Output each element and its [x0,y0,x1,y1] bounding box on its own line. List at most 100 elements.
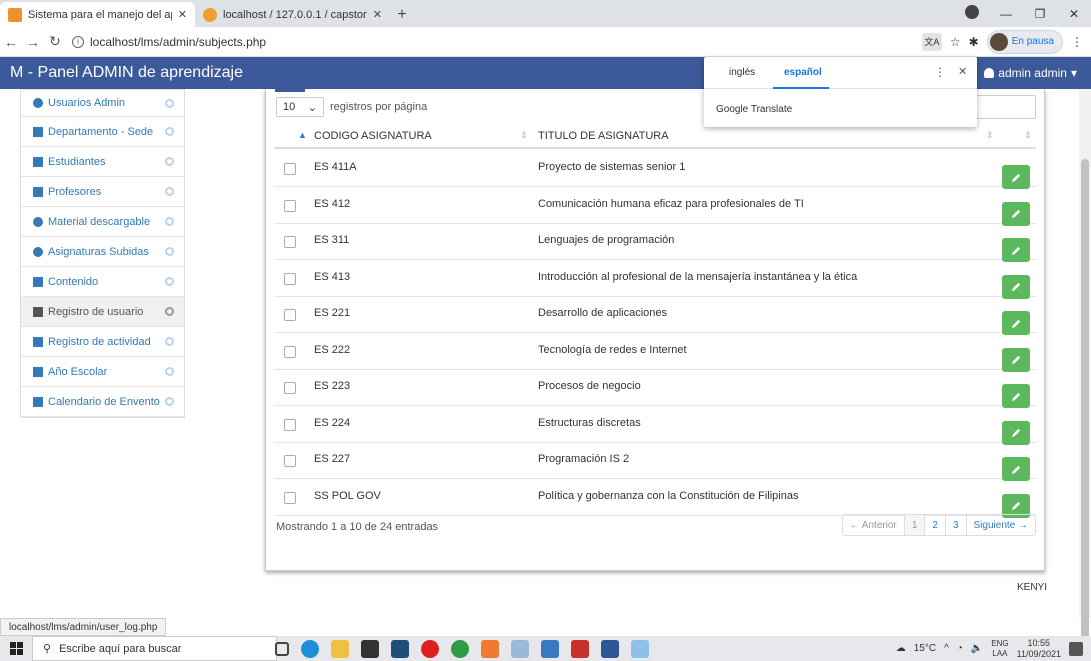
sidebar-item[interactable]: Calendario de Enventos [21,387,184,417]
network-icon[interactable]: ◔ [957,643,963,654]
sidebar-item[interactable]: Año Escolar [21,357,184,387]
browser-tab[interactable]: localhost / 127.0.0.1 / capstone / ✕ [195,2,390,27]
edit-button[interactable] [1002,238,1030,262]
word-icon[interactable] [601,639,619,658]
sidebar-item[interactable]: Asignaturas Subidas [21,237,184,267]
footer-name: KENYI [1016,582,1047,593]
forward-icon[interactable]: → [22,34,44,50]
row-checkbox[interactable] [284,163,296,175]
url-field[interactable]: i localhost/lms/admin/subjects.php [72,31,922,53]
translate-options-icon[interactable]: ⋮ [934,65,946,79]
pager-page-1[interactable]: 1 [903,515,925,535]
sidebar-item[interactable]: Registro de actividad [21,327,184,357]
column-header-code[interactable]: CODIGO ASIGNATURA [314,130,432,142]
sidebar-item[interactable]: Contenido [21,267,184,297]
edit-button[interactable] [1002,420,1030,445]
sort-icon[interactable]: ⇕ [986,130,994,141]
pager-page-2[interactable]: 2 [924,515,945,535]
scrollbar-thumb[interactable] [1081,159,1089,659]
taskbar-clock[interactable]: 10:55 11/09/2021 [1017,638,1061,660]
minimize-button[interactable]: — [989,7,1023,21]
search-app-icon[interactable] [511,639,529,658]
info-icon[interactable]: i [72,35,84,48]
subject-title: Estructuras discretas [538,416,641,429]
media-icon[interactable] [541,639,559,658]
translate-lang-english[interactable]: inglés [729,67,755,78]
notifications-icon[interactable] [1069,641,1083,656]
page-length-control: 10 ⌄ registros por página [276,97,427,117]
opera-icon[interactable] [421,639,439,658]
filezilla-icon[interactable] [571,639,589,658]
edit-button[interactable] [1002,201,1030,226]
edit-button[interactable] [1002,274,1030,299]
close-window-button[interactable]: ✕ [1057,7,1091,21]
task-view-icon[interactable] [275,641,289,656]
new-tab-button[interactable]: + [390,2,414,27]
sidebar-item[interactable]: Departamento - Sede [21,117,184,147]
taskbar-search[interactable]: ⚲ Escribe aquí para buscar [32,636,277,661]
row-checkbox[interactable] [284,345,296,358]
sidebar-item-label: Calendario de Enventos [48,395,160,408]
language-indicator[interactable]: ENG LAA [991,639,1008,659]
edge-icon[interactable] [301,639,319,658]
profile-icon[interactable] [955,5,989,22]
sort-icon[interactable]: ⇕ [1024,130,1032,141]
row-checkbox[interactable] [284,418,296,431]
page-length-select[interactable]: 10 ⌄ [276,97,324,117]
profile-button[interactable]: En pausa [986,29,1063,54]
edit-button[interactable] [1002,165,1030,189]
translate-lang-spanish[interactable]: español [784,67,822,78]
edit-button[interactable] [1002,311,1030,335]
row-checkbox[interactable] [284,382,296,394]
row-checkbox[interactable] [284,199,296,212]
pager-next[interactable]: Siguiente → [965,515,1035,535]
edit-button[interactable] [1002,384,1030,408]
pager-page-3[interactable]: 3 [944,515,966,535]
subject-code: ES 224 [314,416,351,429]
reload-icon[interactable]: ↻ [44,33,66,50]
extensions-icon[interactable]: ✱ [969,35,979,49]
weather-temp[interactable]: 15°C [914,643,936,654]
row-checkbox[interactable] [284,309,296,321]
sidebar-item[interactable]: Usuarios Admin [21,90,184,117]
sidebar-item[interactable]: Registro de usuario [21,297,184,327]
windows-start-icon[interactable] [0,636,32,661]
row-checkbox[interactable] [284,491,296,504]
sort-asc-icon[interactable]: ▲ [298,130,307,140]
translate-icon[interactable]: 文A [921,32,942,51]
sort-icon[interactable]: ⇕ [520,130,528,141]
star-icon[interactable]: ☆ [950,35,961,49]
tray-overflow-icon[interactable]: ^ [944,643,949,654]
sidebar-item[interactable]: Estudiantes [21,147,184,177]
translate-close-icon[interactable]: ✕ [958,65,967,78]
restore-button[interactable]: ❐ [1023,7,1057,21]
browser-tab-active[interactable]: Sistema para el manejo del apre ✕ [0,2,195,27]
page-scrollbar[interactable] [1079,89,1091,659]
pager-prev[interactable]: ← Anterior [843,515,904,535]
app-brand[interactable]: M - Panel ADMIN de aprendizaje [0,64,243,82]
volume-icon[interactable]: 🔈 [971,643,983,654]
xampp-icon[interactable] [481,639,499,658]
row-checkbox[interactable] [284,455,296,467]
paint-icon[interactable] [631,639,649,658]
file-explorer-icon[interactable] [331,639,349,658]
store-icon[interactable] [361,639,379,658]
sidebar-item[interactable]: Material descargable [21,207,184,237]
column-header-title[interactable]: TITULO DE ASIGNATURA [538,130,669,142]
search-input[interactable] [976,95,1036,119]
subject-title: Introducción al profesional de la mensaj… [538,270,858,283]
menu-kebab-icon[interactable]: ⋮ [1071,35,1083,49]
sidebar-item[interactable]: Profesores [21,177,184,207]
edit-button[interactable] [1002,347,1030,372]
weather-icon[interactable]: ☁ [896,643,906,654]
edit-button[interactable] [1002,457,1030,481]
row-checkbox[interactable] [284,272,296,285]
tab-close-icon[interactable]: ✕ [373,8,382,21]
back-icon[interactable]: ← [0,34,22,50]
chrome-icon[interactable] [451,639,469,658]
tab-close-icon[interactable]: ✕ [178,8,187,21]
row-checkbox[interactable] [284,236,296,248]
admin-user-menu[interactable]: admin admin ▾ [984,66,1077,80]
mail-icon[interactable] [391,639,409,658]
pencil-icon [1011,173,1020,182]
